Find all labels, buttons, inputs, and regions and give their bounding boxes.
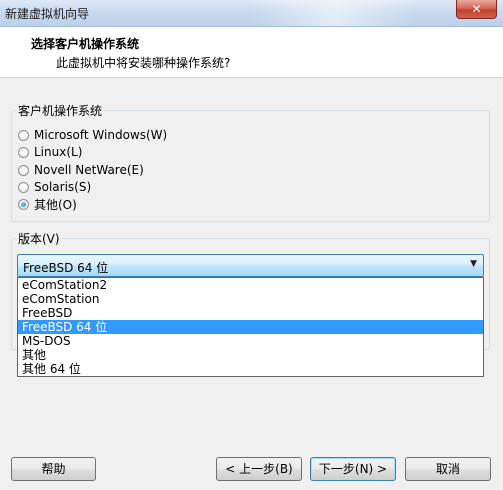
radio-label: Microsoft Windows(W)	[34, 128, 168, 142]
help-button-label: 帮助	[41, 462, 66, 476]
help-button[interactable]: 帮助	[11, 457, 96, 481]
next-button-label: 下一步(N) >	[318, 462, 388, 476]
page-title: 选择客户机操作系统	[31, 37, 140, 51]
radio-label: 其他(O)	[34, 197, 77, 212]
version-dropdown-list: eComStation2 eComStation FreeBSD FreeBSD…	[17, 277, 484, 377]
radio-solaris[interactable]: Solaris(S)	[18, 179, 91, 195]
guest-os-legend: 客户机操作系统	[18, 104, 103, 118]
dropdown-option[interactable]: 其他	[18, 348, 483, 362]
radio-other[interactable]: 其他(O)	[18, 196, 77, 212]
radio-button-icon[interactable]	[18, 146, 29, 158]
dropdown-option[interactable]: eComStation2	[18, 278, 483, 292]
radio-button-checked-icon[interactable]	[18, 198, 29, 210]
radio-label: Solaris(S)	[34, 180, 92, 194]
chevron-down-icon[interactable]: ▼	[470, 259, 477, 269]
dropdown-option[interactable]: MS-DOS	[18, 334, 483, 348]
version-select-value: FreeBSD 64 位	[23, 261, 109, 275]
next-button[interactable]: 下一步(N) >	[310, 457, 396, 481]
close-button[interactable]: ✕	[456, 0, 497, 19]
dropdown-option-selected[interactable]: FreeBSD 64 位	[18, 320, 483, 334]
cancel-button[interactable]: 取消	[405, 457, 491, 481]
version-select[interactable]: FreeBSD 64 位 ▼	[17, 254, 484, 277]
page-subtitle: 此虚拟机中将安装哪种操作系统?	[56, 56, 231, 70]
radio-linux[interactable]: Linux(L)	[18, 144, 82, 160]
radio-label: Novell NetWare(E)	[34, 163, 144, 177]
back-button[interactable]: < 上一步(B)	[216, 457, 302, 481]
dropdown-option[interactable]: 其他 64 位	[18, 362, 483, 376]
dropdown-option[interactable]: eComStation	[18, 292, 483, 306]
title-bar: 新建虚拟机向导 ✕	[0, 0, 503, 27]
radio-label: Linux(L)	[34, 145, 83, 159]
radio-netware[interactable]: Novell NetWare(E)	[18, 162, 144, 178]
wizard-header: 选择客户机操作系统 此虚拟机中将安装哪种操作系统?	[0, 27, 503, 78]
window-title: 新建虚拟机向导	[5, 7, 90, 21]
dropdown-option[interactable]: FreeBSD	[18, 306, 483, 320]
radio-button-icon[interactable]	[18, 181, 29, 193]
close-icon: ✕	[471, 2, 482, 16]
radio-button-icon[interactable]	[18, 164, 29, 176]
back-button-label: < 上一步(B)	[225, 462, 293, 476]
radio-button-icon[interactable]	[18, 129, 29, 141]
title-bar-glare	[250, 0, 420, 26]
radio-windows[interactable]: Microsoft Windows(W)	[18, 127, 167, 143]
version-legend: 版本(V)	[18, 232, 60, 246]
cancel-button-label: 取消	[435, 462, 460, 476]
